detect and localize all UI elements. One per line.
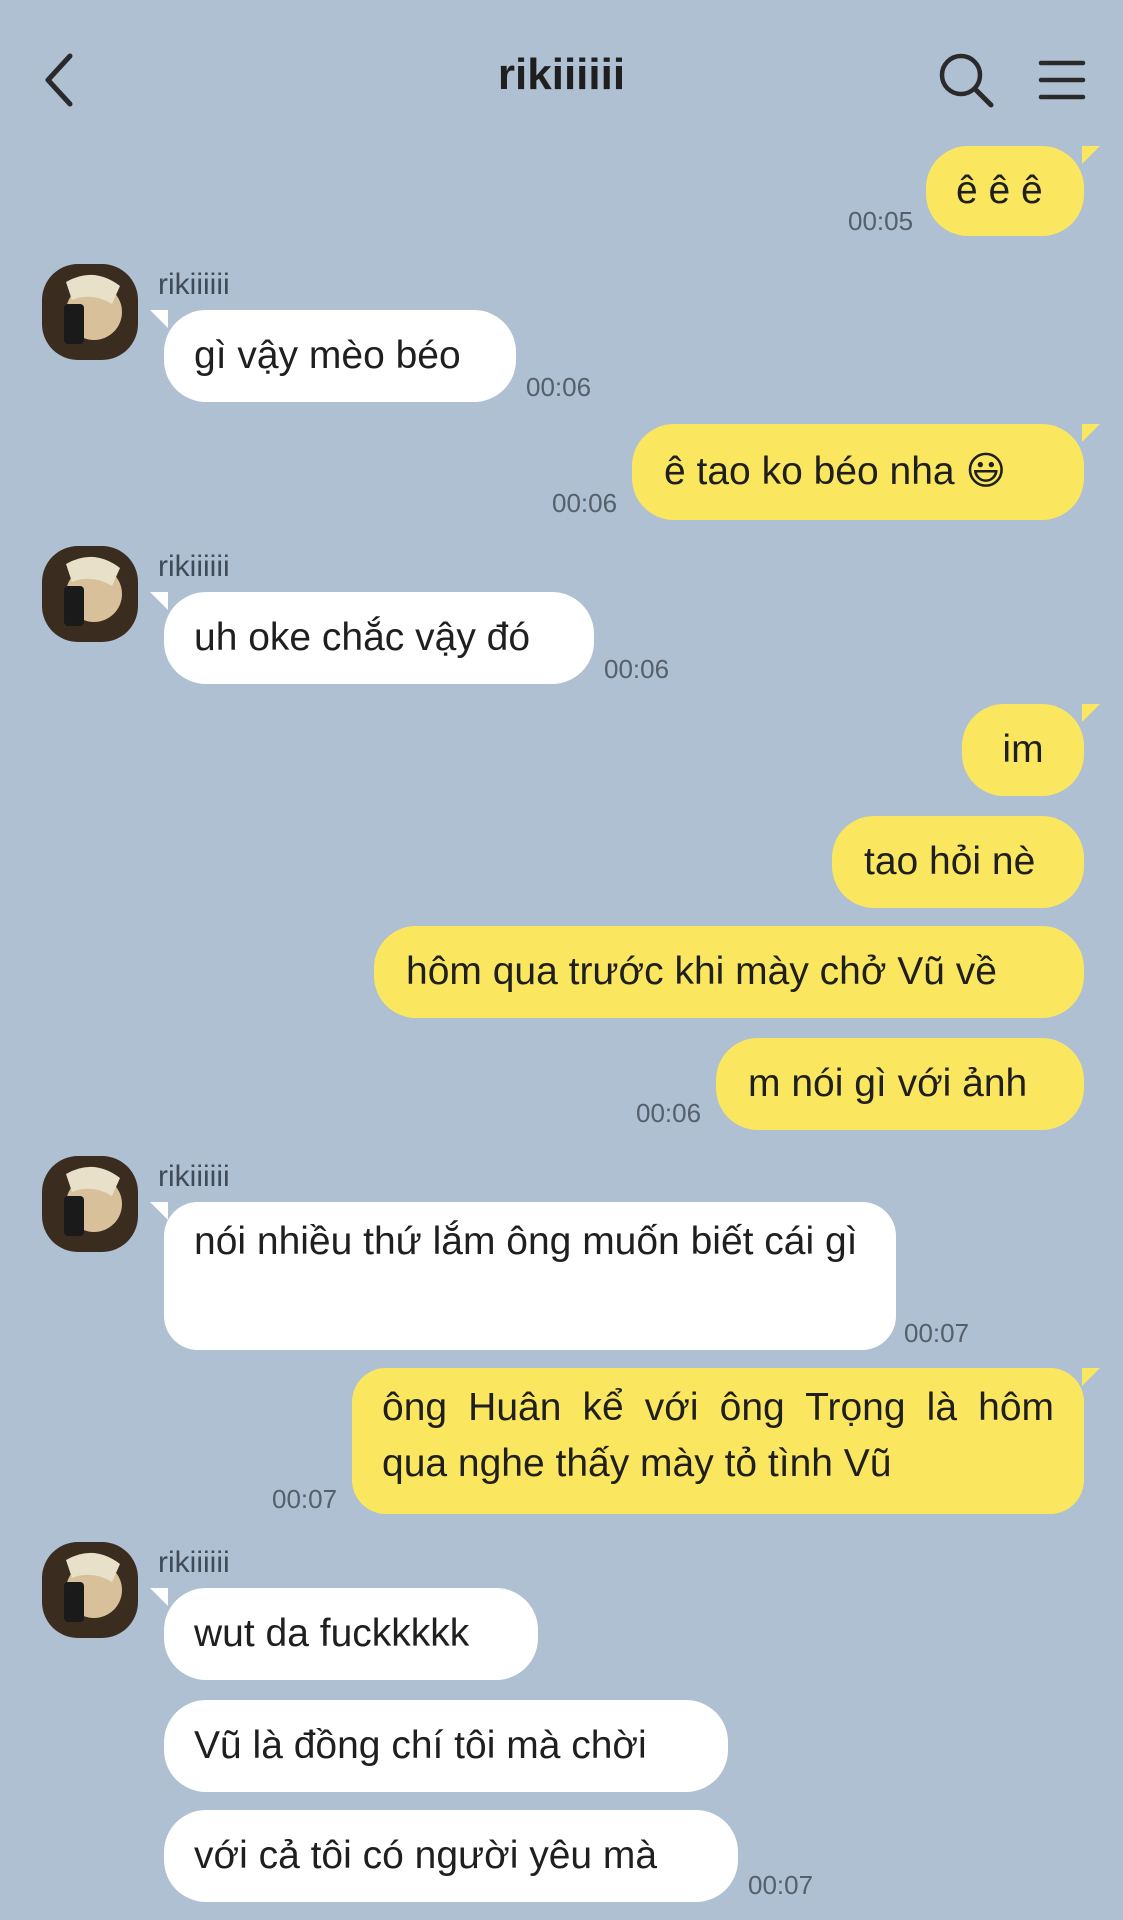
- sender-name: rikiiiiii: [158, 268, 230, 301]
- message-bubble-received[interactable]: wut da fuckkkkk: [150, 1588, 538, 1680]
- message-bubble-sent[interactable]: im: [962, 704, 1084, 796]
- message-time: 00:06: [604, 654, 670, 684]
- message-time: 00:06: [636, 1098, 702, 1128]
- avatar[interactable]: [42, 1542, 138, 1638]
- avatar[interactable]: [42, 1156, 138, 1252]
- message-bubble-received[interactable]: gì vậy mèo béo: [150, 310, 516, 402]
- chat-header: rikiiiiii: [0, 0, 1123, 150]
- sender-name: rikiiiiii: [158, 1160, 230, 1193]
- message-time: 00:07: [904, 1318, 970, 1348]
- avatar[interactable]: [42, 264, 138, 360]
- message-bubble-received[interactable]: nói nhiều thứ lắm ông muốn biết cái gì: [150, 1202, 896, 1350]
- message-time: 00:07: [748, 1870, 814, 1900]
- sender-name: rikiiiiii: [158, 550, 230, 583]
- message-bubble-sent[interactable]: hôm qua trước khi mày chở Vũ về: [374, 926, 1084, 1018]
- message-bubble-sent[interactable]: ê tao ko béo nha 😃: [632, 424, 1084, 520]
- search-icon[interactable]: [938, 52, 994, 108]
- message-bubble-sent[interactable]: m nói gì với ảnh: [716, 1038, 1084, 1130]
- sender-name: rikiiiiii: [158, 1546, 230, 1579]
- message-bubble-received[interactable]: Vũ là đồng chí tôi mà chời: [164, 1700, 728, 1792]
- message-bubble-received[interactable]: với cả tôi có người yêu mà: [164, 1810, 738, 1902]
- message-bubble-sent[interactable]: tao hỏi nè: [832, 816, 1084, 908]
- message-time: 00:05: [848, 206, 914, 236]
- message-time: 00:07: [272, 1484, 338, 1514]
- message-bubble-sent[interactable]: ê ê ê: [926, 146, 1084, 236]
- message-time: 00:06: [526, 372, 592, 402]
- avatar[interactable]: [42, 546, 138, 642]
- message-time: 00:06: [552, 488, 618, 518]
- hamburger-menu-icon[interactable]: [1038, 58, 1086, 102]
- message-bubble-sent[interactable]: ông Huân kể với ông Trọng là hôm qua ngh…: [352, 1368, 1084, 1514]
- message-bubble-received[interactable]: uh oke chắc vậy đó: [150, 592, 594, 684]
